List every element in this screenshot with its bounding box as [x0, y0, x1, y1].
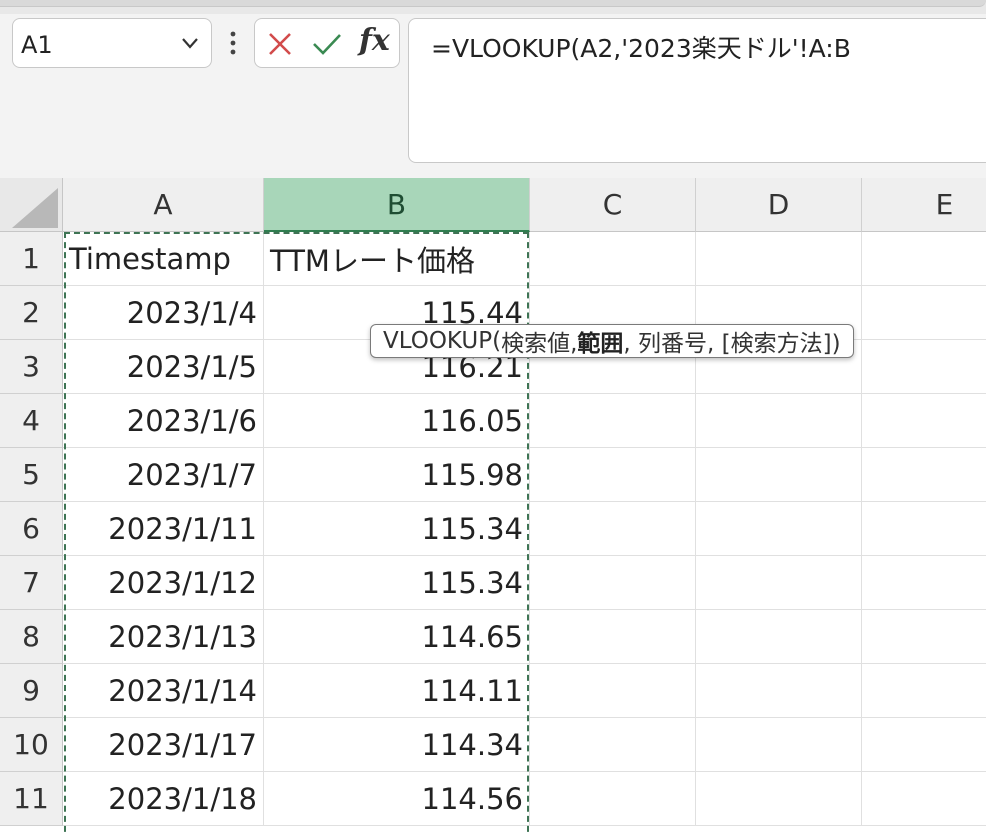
cell-d5[interactable] — [696, 448, 862, 502]
ribbon-edge — [0, 0, 986, 7]
tooltip-arg-rest: , 列番号, [検索方法]) — [623, 331, 841, 357]
cell-b6[interactable]: 115.34 — [264, 502, 530, 556]
cell-e1[interactable] — [862, 232, 986, 286]
cell-a9[interactable]: 2023/1/14 — [63, 664, 264, 718]
row-header-5[interactable]: 5 — [0, 448, 63, 502]
formula-text: =VLOOKUP(A2,'2023楽天ドル'!A:B — [431, 34, 851, 63]
window-top-edge — [0, 0, 986, 14]
row-header-4[interactable]: 4 — [0, 394, 63, 448]
row-header-8[interactable]: 8 — [0, 610, 63, 664]
cell-e3[interactable] — [862, 340, 986, 394]
cell-e7[interactable] — [862, 556, 986, 610]
column-header-e[interactable]: E — [862, 178, 986, 232]
column-header-b[interactable]: B — [264, 178, 530, 232]
more-options-icon[interactable] — [226, 30, 240, 56]
name-box[interactable]: A1 — [12, 18, 212, 68]
insert-function-icon[interactable]: fx — [359, 23, 390, 58]
tooltip-arg-range: 範囲 — [577, 331, 624, 357]
cancel-icon[interactable] — [267, 31, 293, 57]
row-header-3[interactable]: 3 — [0, 340, 63, 394]
formula-controls: fx — [254, 18, 400, 68]
cell-b1[interactable]: TTMレート価格 — [264, 232, 530, 286]
cell-b5[interactable]: 115.98 — [264, 448, 530, 502]
cell-c8[interactable] — [530, 610, 696, 664]
row-header-7[interactable]: 7 — [0, 556, 63, 610]
name-box-value: A1 — [21, 31, 53, 59]
cell-a1[interactable]: Timestamp — [63, 232, 264, 286]
cell-c6[interactable] — [530, 502, 696, 556]
cell-d1[interactable] — [696, 232, 862, 286]
cell-a6[interactable]: 2023/1/11 — [63, 502, 264, 556]
cell-b4[interactable]: 116.05 — [264, 394, 530, 448]
column-header-a[interactable]: A — [63, 178, 264, 232]
cell-d9[interactable] — [696, 664, 862, 718]
cell-d7[interactable] — [696, 556, 862, 610]
worksheet-grid: A B C D E 1 Timestamp TTMレート価格 2 2023/1/4 115… — [0, 178, 986, 832]
cell-d6[interactable] — [696, 502, 862, 556]
cell-c9[interactable] — [530, 664, 696, 718]
cell-b9[interactable]: 114.11 — [264, 664, 530, 718]
cell-a7[interactable]: 2023/1/12 — [63, 556, 264, 610]
tooltip-arg-lookup-value: 検索値, — [501, 331, 578, 357]
row-header-9[interactable]: 9 — [0, 664, 63, 718]
row-header-10[interactable]: 10 — [0, 718, 63, 772]
select-all-triangle-icon — [12, 188, 58, 228]
enter-check-icon[interactable] — [311, 31, 343, 57]
cell-c4[interactable] — [530, 394, 696, 448]
function-tooltip: VLOOKUP(検索値, 範囲, 列番号, [検索方法]) — [370, 324, 854, 358]
cell-b7[interactable]: 115.34 — [264, 556, 530, 610]
cell-c7[interactable] — [530, 556, 696, 610]
cell-e10[interactable] — [862, 718, 986, 772]
cell-d8[interactable] — [696, 610, 862, 664]
cell-a11[interactable]: 2023/1/18 — [63, 772, 264, 826]
cell-e5[interactable] — [862, 448, 986, 502]
cell-e4[interactable] — [862, 394, 986, 448]
cell-c10[interactable] — [530, 718, 696, 772]
cell-d10[interactable] — [696, 718, 862, 772]
cell-a5[interactable]: 2023/1/7 — [63, 448, 264, 502]
row-header-2[interactable]: 2 — [0, 286, 63, 340]
cell-e6[interactable] — [862, 502, 986, 556]
cell-e8[interactable] — [862, 610, 986, 664]
row-header-1[interactable]: 1 — [0, 232, 63, 286]
cell-e9[interactable] — [862, 664, 986, 718]
select-all-corner[interactable] — [0, 178, 63, 232]
cell-d11[interactable] — [696, 772, 862, 826]
cell-c1[interactable] — [530, 232, 696, 286]
cell-b11[interactable]: 114.56 — [264, 772, 530, 826]
cell-e11[interactable] — [862, 772, 986, 826]
column-header-d[interactable]: D — [696, 178, 862, 232]
row-header-11[interactable]: 11 — [0, 772, 63, 826]
cell-d4[interactable] — [696, 394, 862, 448]
chevron-down-icon[interactable] — [179, 32, 201, 54]
cell-a10[interactable]: 2023/1/17 — [63, 718, 264, 772]
cell-a8[interactable]: 2023/1/13 — [63, 610, 264, 664]
cell-a3[interactable]: 2023/1/5 — [63, 340, 264, 394]
cell-a2[interactable]: 2023/1/4 — [63, 286, 264, 340]
cell-a4[interactable]: 2023/1/6 — [63, 394, 264, 448]
cell-c5[interactable] — [530, 448, 696, 502]
cell-b10[interactable]: 114.34 — [264, 718, 530, 772]
formula-bar[interactable]: =VLOOKUP(A2,'2023楽天ドル'!A:B — [408, 18, 986, 163]
tooltip-function[interactable]: VLOOKUP( — [383, 328, 501, 354]
cell-e2[interactable] — [862, 286, 986, 340]
cell-b8[interactable]: 114.65 — [264, 610, 530, 664]
cell-c11[interactable] — [530, 772, 696, 826]
column-header-c[interactable]: C — [530, 178, 696, 232]
row-header-6[interactable]: 6 — [0, 502, 63, 556]
